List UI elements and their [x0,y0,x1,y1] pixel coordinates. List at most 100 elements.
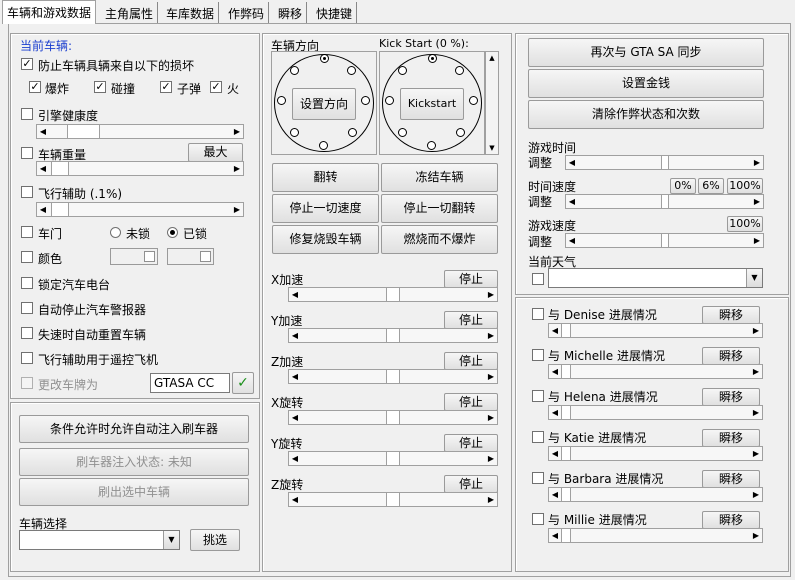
dial-point-e[interactable] [361,96,370,105]
dial-point-s[interactable] [319,141,328,150]
slider-thumb[interactable] [561,406,571,419]
speed-0-button[interactable]: 0% [670,178,696,194]
auto-inject-button[interactable]: 条件允许时允许自动注入刷车器 [19,415,249,443]
teleport-button[interactable]: 瞬移 [702,347,760,365]
slider-thumb[interactable] [67,125,100,138]
slider-thumb[interactable] [386,493,400,506]
auto-reset-checkbox[interactable] [21,327,33,339]
engine-health-slider[interactable]: ◀ ▶ [36,124,244,139]
apply-plate-button[interactable]: ✓ [232,372,254,394]
left-arrow-icon[interactable]: ◀ [289,411,301,424]
freeze-vehicle-button[interactable]: 冻结车辆 [381,163,498,192]
right-arrow-icon[interactable]: ▶ [231,125,243,138]
slider-thumb[interactable] [661,156,669,169]
sync-button[interactable]: 再次与 GTA SA 同步 [528,38,764,67]
dial-point-n[interactable] [428,54,437,63]
right-arrow-icon[interactable]: ▶ [750,488,762,501]
time-speed-slider[interactable]: ◀ ▶ [565,194,764,209]
vehicle-select[interactable]: ▼ [19,530,180,550]
slider-thumb[interactable] [386,370,400,383]
dial-point-se[interactable] [456,128,465,137]
flight-remote-checkbox[interactable] [21,352,33,364]
tab-garage[interactable]: 车库数据 [162,2,220,23]
stop-flip-button[interactable]: 停止一切翻转 [381,194,498,223]
slider-thumb[interactable] [561,447,571,460]
pick-button[interactable]: 挑选 [190,529,240,551]
dial-point-ne[interactable] [347,66,356,75]
left-arrow-icon[interactable]: ◀ [566,234,578,247]
kick-start-dial[interactable]: Kickstart [379,51,485,155]
left-arrow-icon[interactable]: ◀ [289,452,301,465]
gamespeed-100-button[interactable]: 100% [727,216,763,232]
right-arrow-icon[interactable]: ▶ [750,447,762,460]
slider-thumb[interactable] [386,452,400,465]
locked-radio[interactable] [167,227,178,238]
weather-select[interactable]: ▼ [548,268,763,288]
kickstart-button[interactable]: Kickstart [400,88,464,120]
right-arrow-icon[interactable]: ▶ [231,203,243,216]
slider-thumb[interactable] [51,162,69,175]
left-arrow-icon[interactable]: ◀ [549,406,561,419]
stop-speed-button[interactable]: 停止一切速度 [272,194,379,223]
weight-max-button[interactable]: 最大 [188,143,243,162]
explosion-checkbox[interactable]: ✓ [29,81,41,93]
weight-checkbox[interactable] [21,147,33,159]
girlfriend-progress-slider[interactable]: ◀ ▶ [548,364,763,379]
stop-button[interactable]: 停止 [444,270,498,288]
slider-thumb[interactable] [561,488,571,501]
stop-button[interactable]: 停止 [444,352,498,370]
scroll-up-icon[interactable]: ▲ [486,52,498,64]
lock-radio-checkbox[interactable] [21,277,33,289]
force-slider[interactable]: ◀ ▶ [288,410,498,425]
dial-point-w[interactable] [277,96,286,105]
girlfriend-progress-slider[interactable]: ◀ ▶ [548,487,763,502]
spawn-vehicle-button[interactable]: 刷出选中车辆 [19,478,249,506]
dial-point-e[interactable] [469,96,478,105]
left-arrow-icon[interactable]: ◀ [289,329,301,342]
bullet-checkbox[interactable]: ✓ [160,81,172,93]
slider-thumb[interactable] [386,411,400,424]
inject-status-button[interactable]: 刷车器注入状态: 未知 [19,448,249,476]
dial-point-s[interactable] [427,141,436,150]
speed-100-button[interactable]: 100% [727,178,763,194]
slider-thumb[interactable] [386,288,400,301]
color-primary-swatch[interactable] [110,248,158,265]
chevron-down-icon[interactable]: ▼ [746,269,762,287]
dial-point-sw[interactable] [398,128,407,137]
force-slider[interactable]: ◀ ▶ [288,451,498,466]
teleport-button[interactable]: 瞬移 [702,306,760,324]
girlfriend-progress-slider[interactable]: ◀ ▶ [548,528,763,543]
right-arrow-icon[interactable]: ▶ [485,452,497,465]
slider-thumb[interactable] [561,365,571,378]
tab-vehicle-game[interactable]: 车辆和游戏数据 [2,0,97,24]
fire-checkbox[interactable]: ✓ [210,81,222,93]
stop-button[interactable]: 停止 [444,311,498,329]
dial-point-n[interactable] [320,54,329,63]
dial-point-nw[interactable] [398,66,407,75]
plate-input[interactable]: GTASA CC [150,373,230,393]
force-slider[interactable]: ◀ ▶ [288,287,498,302]
girlfriend-checkbox[interactable] [532,472,544,484]
girlfriend-checkbox[interactable] [532,349,544,361]
color-secondary-swatch[interactable] [167,248,214,265]
game-time-slider[interactable]: ◀ ▶ [565,155,764,170]
girlfriend-checkbox[interactable] [532,513,544,525]
color-checkbox[interactable] [21,251,33,263]
left-arrow-icon[interactable]: ◀ [549,365,561,378]
change-plate-checkbox[interactable] [21,377,33,389]
clear-cheats-button[interactable]: 清除作弊状态和次数 [528,100,764,129]
right-arrow-icon[interactable]: ▶ [751,156,763,169]
set-direction-button[interactable]: 设置方向 [292,88,356,120]
kick-start-scrollbar[interactable]: ▲ ▼ [485,51,499,155]
burn-no-explode-button[interactable]: 燃烧而不爆炸 [381,225,498,254]
set-money-button[interactable]: 设置金钱 [528,69,764,98]
slider-thumb[interactable] [386,329,400,342]
girlfriend-checkbox[interactable] [532,308,544,320]
force-slider[interactable]: ◀ ▶ [288,369,498,384]
left-arrow-icon[interactable]: ◀ [549,488,561,501]
slider-thumb[interactable] [561,324,571,337]
right-arrow-icon[interactable]: ▶ [485,370,497,383]
right-arrow-icon[interactable]: ▶ [231,162,243,175]
weather-checkbox[interactable] [532,273,544,285]
left-arrow-icon[interactable]: ◀ [289,288,301,301]
